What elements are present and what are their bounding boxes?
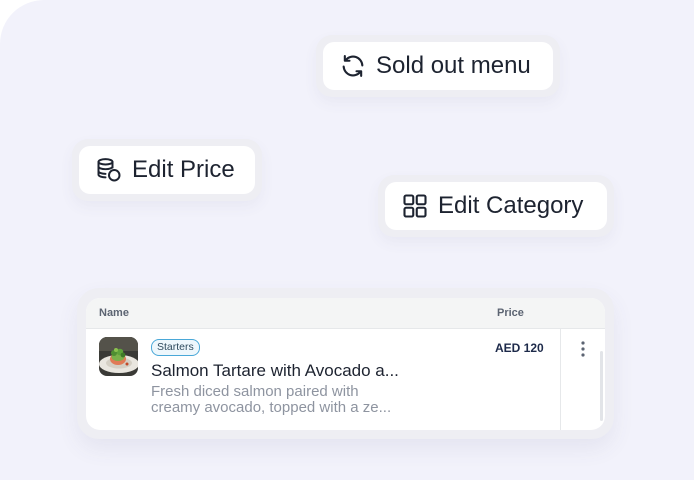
kebab-menu-icon[interactable] (580, 340, 586, 358)
dish-description-line: Fresh diced salmon paired with (151, 384, 359, 400)
table-header: Name Price (86, 298, 605, 329)
app-canvas: Sold out menu Edit Price Edit Category N… (0, 0, 694, 480)
row-actions-column (560, 329, 605, 430)
dish-title: Salmon Tartare with Avocado a... (151, 361, 399, 380)
menu-table: Name Price Starters Salmon Tartare with … (86, 298, 605, 430)
row-scrollbar[interactable] (600, 351, 603, 421)
sold-out-menu-card: Sold out menu (316, 35, 560, 97)
dish-thumbnail (99, 337, 138, 376)
dish-description-line: creamy avocado, topped with a ze... (151, 400, 392, 416)
sold-out-menu-button[interactable]: Sold out menu (323, 42, 553, 90)
column-header-name: Name (99, 307, 129, 319)
table-row[interactable]: Starters Salmon Tartare with Avocado a..… (86, 329, 605, 430)
column-header-price: Price (497, 307, 524, 319)
edit-category-button[interactable]: Edit Category (385, 182, 607, 230)
dish-price: AED 120 (495, 341, 544, 355)
category-badge: Starters (151, 339, 200, 356)
edit-category-card: Edit Category (378, 175, 614, 237)
edit-price-card: Edit Price (72, 139, 262, 201)
edit-category-label: Edit Category (438, 192, 584, 219)
dish-description: Fresh diced salmon paired with creamy av… (151, 384, 436, 416)
refresh-icon (339, 52, 367, 80)
edit-price-label: Edit Price (132, 156, 235, 183)
coins-icon (95, 156, 123, 184)
edit-price-button[interactable]: Edit Price (79, 146, 255, 194)
grid-icon (401, 192, 429, 220)
sold-out-menu-label: Sold out menu (376, 52, 531, 79)
menu-table-card: Name Price Starters Salmon Tartare with … (77, 288, 614, 439)
